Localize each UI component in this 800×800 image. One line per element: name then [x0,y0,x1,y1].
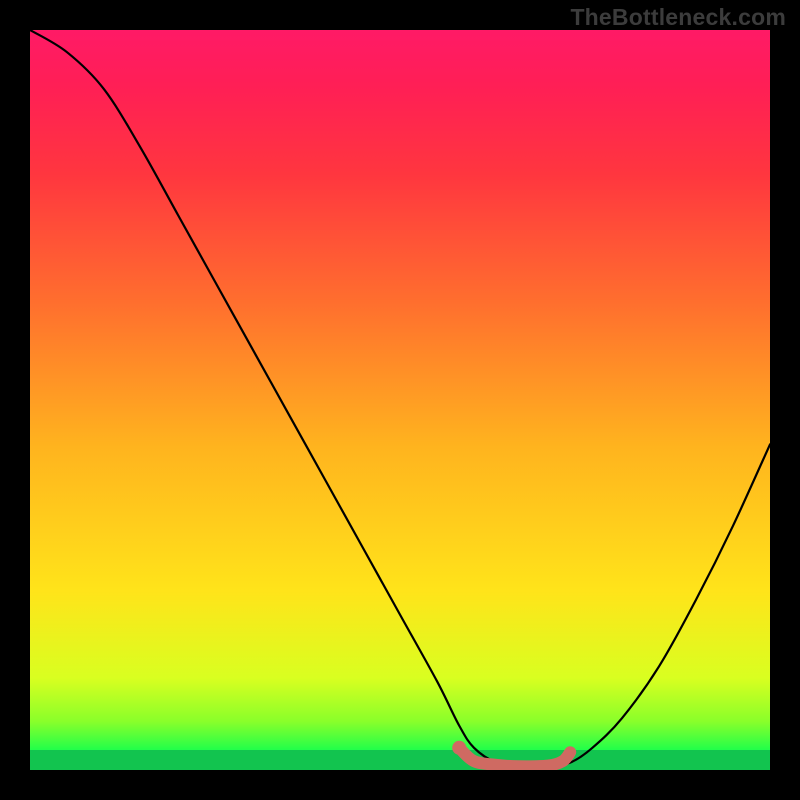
bottleneck-curve [30,30,770,767]
plot-area [30,30,770,770]
watermark-text: TheBottleneck.com [570,4,786,31]
marker-start-dot [452,741,466,755]
curve-layer [30,30,770,770]
chart-frame: TheBottleneck.com [0,0,800,800]
